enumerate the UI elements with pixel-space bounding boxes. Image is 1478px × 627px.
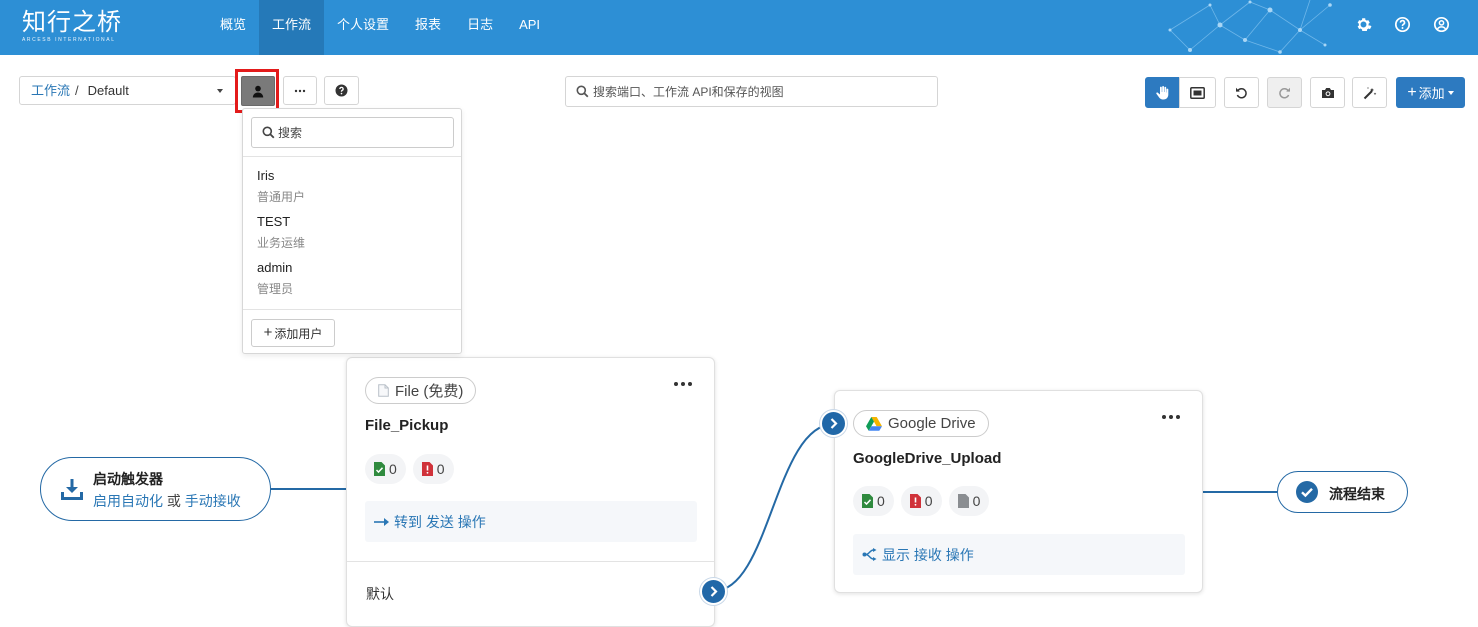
google-drive-icon bbox=[866, 416, 882, 431]
user-name: TEST bbox=[257, 214, 291, 229]
success-count[interactable]: 0 bbox=[853, 486, 894, 516]
user-search-input[interactable] bbox=[278, 118, 448, 147]
connector-type-label: File (免费) bbox=[395, 383, 464, 400]
connector-type-badge: File (免费) bbox=[365, 377, 477, 404]
branch-icon bbox=[862, 548, 877, 561]
error-count[interactable]: 0 bbox=[412, 454, 454, 484]
user-search bbox=[251, 117, 454, 148]
connector-type-badge: Google Drive bbox=[853, 410, 989, 437]
start-trigger-node[interactable]: 启动触发器 启用自动化 或 手动接收 bbox=[40, 457, 271, 521]
plus-icon: + bbox=[263, 324, 273, 341]
pending-count[interactable]: 0 bbox=[948, 486, 990, 516]
file-check-icon bbox=[374, 462, 385, 476]
user-role: 普通用户 bbox=[257, 190, 306, 204]
message-counts: 0 0 bbox=[365, 454, 454, 484]
user-item-iris[interactable]: Iris 普通用户 bbox=[257, 168, 447, 205]
document-icon bbox=[378, 384, 389, 397]
show-receive-action-label: 显示 接收 操作 bbox=[882, 546, 974, 563]
connector-name: GoogleDrive_Upload bbox=[853, 450, 1002, 467]
output-label: 默认 bbox=[366, 586, 394, 602]
file-error-icon bbox=[421, 462, 433, 476]
connector-card-file-pickup[interactable]: File (免费) File_Pickup 0 0 转到 发送 操作 默认 bbox=[346, 357, 715, 627]
user-item-test[interactable]: TEST 业务运维 bbox=[257, 214, 447, 251]
success-count[interactable]: 0 bbox=[365, 454, 406, 484]
error-count[interactable]: 0 bbox=[900, 486, 942, 516]
download-tray-icon bbox=[61, 479, 83, 500]
card-menu-ellipsis-icon[interactable] bbox=[674, 382, 692, 386]
goto-send-action[interactable]: 转到 发送 操作 bbox=[365, 501, 697, 542]
user-name: admin bbox=[257, 260, 293, 275]
card-divider bbox=[347, 561, 714, 562]
flow-end-node[interactable]: 流程结束 bbox=[1277, 471, 1408, 513]
file-pending-icon bbox=[957, 494, 969, 508]
show-receive-action[interactable]: 显示 接收 操作 bbox=[853, 534, 1185, 575]
pending-count-value: 0 bbox=[972, 493, 981, 509]
output-port[interactable] bbox=[700, 578, 727, 605]
user-name: Iris bbox=[257, 168, 275, 183]
enable-automation-link[interactable]: 启用自动化 bbox=[93, 493, 163, 509]
file-error-icon bbox=[909, 494, 921, 508]
success-count-value: 0 bbox=[389, 461, 397, 477]
arrow-right-icon bbox=[374, 517, 389, 526]
user-item-admin[interactable]: admin 管理员 bbox=[257, 260, 447, 297]
file-check-icon bbox=[862, 494, 873, 508]
or-label: 或 bbox=[166, 493, 181, 509]
user-role: 业务运维 bbox=[257, 236, 306, 250]
connector-name: File_Pickup bbox=[365, 417, 449, 434]
success-count-value: 0 bbox=[877, 493, 885, 509]
input-port[interactable] bbox=[820, 410, 847, 437]
card-menu-ellipsis-icon[interactable] bbox=[1162, 415, 1180, 419]
flow-end-title: 流程结束 bbox=[1329, 486, 1385, 502]
dropdown-divider bbox=[243, 309, 461, 310]
connection-file-to-drive bbox=[713, 423, 835, 592]
search-icon bbox=[262, 126, 275, 139]
check-circle-icon bbox=[1296, 481, 1318, 503]
add-user-button[interactable]: + 添加用户 bbox=[251, 319, 335, 347]
user-role: 管理员 bbox=[257, 282, 294, 296]
error-count-value: 0 bbox=[924, 493, 933, 509]
start-trigger-options: 启用自动化 或 手动接收 bbox=[93, 491, 241, 511]
message-counts: 0 0 0 bbox=[853, 486, 990, 516]
connector-card-googledrive-upload[interactable]: Google Drive GoogleDrive_Upload 0 0 0 显示… bbox=[834, 390, 1203, 593]
goto-send-action-label: 转到 发送 操作 bbox=[394, 513, 486, 530]
dropdown-divider bbox=[243, 156, 461, 157]
chevron-right-icon bbox=[710, 586, 718, 597]
flow-connections bbox=[271, 423, 1277, 592]
chevron-right-icon bbox=[830, 418, 838, 429]
start-trigger-title: 启动触发器 bbox=[93, 471, 163, 487]
add-user-label: 添加用户 bbox=[274, 326, 323, 341]
user-dropdown: Iris 普通用户 TEST 业务运维 admin 管理员 +添加用户 bbox=[242, 108, 462, 354]
connector-type-label: Google Drive bbox=[888, 415, 976, 432]
manual-receive-link[interactable]: 手动接收 bbox=[185, 493, 241, 509]
error-count-value: 0 bbox=[436, 461, 445, 477]
